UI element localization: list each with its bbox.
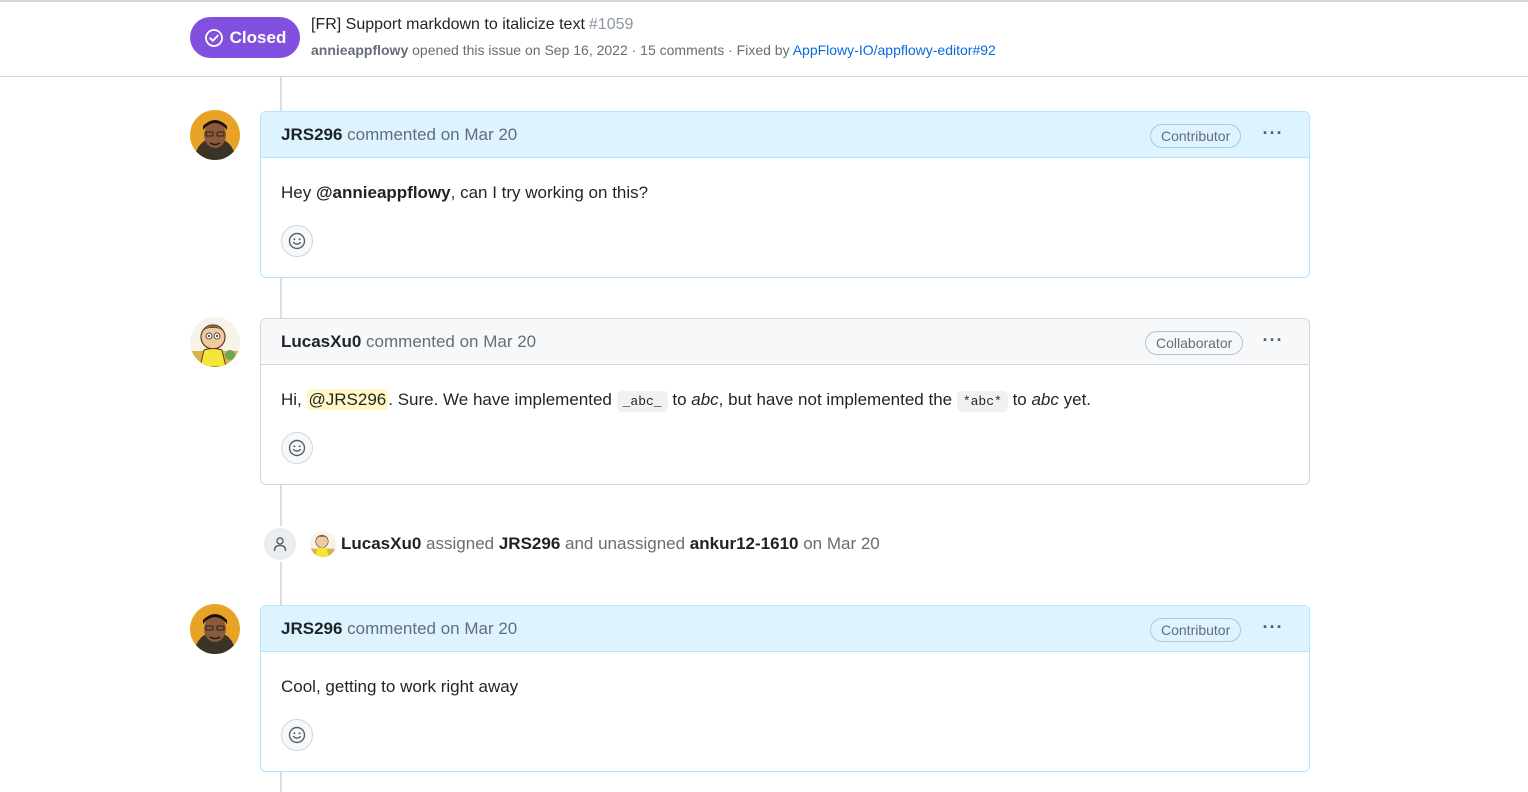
comment-author[interactable]: JRS296 (281, 125, 342, 144)
kebab-horizontal-icon[interactable]: ··· (1261, 124, 1285, 146)
inline-code: *abc* (956, 391, 1008, 412)
comment-header: JRS296 commented on Mar 20 Contributor ·… (261, 606, 1309, 652)
issue-header: Closed [FR] Support markdown to italiciz… (0, 2, 1528, 77)
event-unassignee[interactable]: ankur12-1610 (690, 534, 799, 553)
comment-author-line: JRS296 commented on Mar 20 (281, 619, 517, 639)
contributor-badge: Contributor (1150, 618, 1242, 642)
state-label: Closed (229, 27, 287, 47)
comment-text: Hi, @JRS296. Sure. We have implemented _… (281, 388, 1091, 414)
event-text: LucasXu0 assigned JRS296 and unassigned … (341, 534, 880, 553)
issue-number: #1059 (588, 16, 634, 33)
comment-author[interactable]: JRS296 (281, 619, 342, 638)
avatar-jrs296[interactable] (190, 604, 240, 654)
issue-author-link[interactable]: annieappflowy (311, 42, 408, 58)
person-icon (262, 526, 298, 562)
closed-state-badge: Closed (190, 17, 300, 58)
comment-header: JRS296 commented on Mar 20 Contributor ·… (261, 112, 1309, 158)
inline-code: _abc_ (616, 391, 668, 412)
check-circle-icon (204, 28, 223, 47)
issue-title: [FR] Support markdown to italicize text #… (311, 16, 633, 34)
comment-author[interactable]: LucasXu0 (281, 332, 361, 351)
comment-text: Hey @annieappflowy, can I try working on… (281, 183, 649, 202)
event-time[interactable]: on Mar 20 (803, 534, 880, 553)
event-actor[interactable]: LucasXu0 (341, 534, 421, 553)
mention-link[interactable]: @annieappflowy (316, 183, 451, 202)
issue-meta: annieappflowy opened this issue on Sep 1… (311, 42, 996, 58)
contributor-badge: Contributor (1150, 124, 1242, 148)
italic-text: abc (1031, 390, 1059, 409)
comment-2: LucasXu0 commented on Mar 20 Collaborato… (260, 318, 1310, 485)
avatar-lucasxu0-small[interactable] (310, 531, 336, 557)
avatar-lucasxu0[interactable] (190, 317, 240, 367)
collaborator-badge: Collaborator (1145, 331, 1244, 355)
comment-header: LucasXu0 commented on Mar 20 Collaborato… (261, 319, 1309, 365)
comment-meta[interactable]: commented on Mar 20 (366, 332, 536, 351)
smiley-icon (288, 232, 306, 250)
comment-author-line: JRS296 commented on Mar 20 (281, 125, 517, 145)
mention-link[interactable]: @JRS296 (306, 389, 389, 410)
add-reaction-button[interactable] (281, 225, 313, 257)
add-reaction-button[interactable] (281, 719, 313, 751)
smiley-icon (288, 726, 306, 744)
comment-meta[interactable]: commented on Mar 20 (347, 125, 517, 144)
add-reaction-button[interactable] (281, 432, 313, 464)
event-assignee[interactable]: JRS296 (499, 534, 560, 553)
comment-text: Cool, getting to work right away (281, 677, 519, 696)
kebab-horizontal-icon[interactable]: ··· (1261, 331, 1285, 353)
italic-text: abc (691, 390, 719, 409)
fixed-by-link[interactable]: AppFlowy-IO/appflowy-editor#92 (793, 42, 996, 58)
smiley-icon (288, 439, 306, 457)
avatar-jrs296[interactable] (190, 110, 240, 160)
issue-title-text: [FR] Support markdown to italicize text (311, 16, 585, 33)
comment-author-line: LucasXu0 commented on Mar 20 (281, 332, 536, 352)
comment-1: JRS296 commented on Mar 20 Contributor ·… (260, 111, 1310, 278)
comment-meta[interactable]: commented on Mar 20 (347, 619, 517, 638)
issue-opened-text: opened this issue on Sep 16, 2022 · 15 c… (412, 42, 790, 58)
comment-3: JRS296 commented on Mar 20 Contributor ·… (260, 605, 1310, 772)
kebab-horizontal-icon[interactable]: ··· (1261, 618, 1285, 640)
